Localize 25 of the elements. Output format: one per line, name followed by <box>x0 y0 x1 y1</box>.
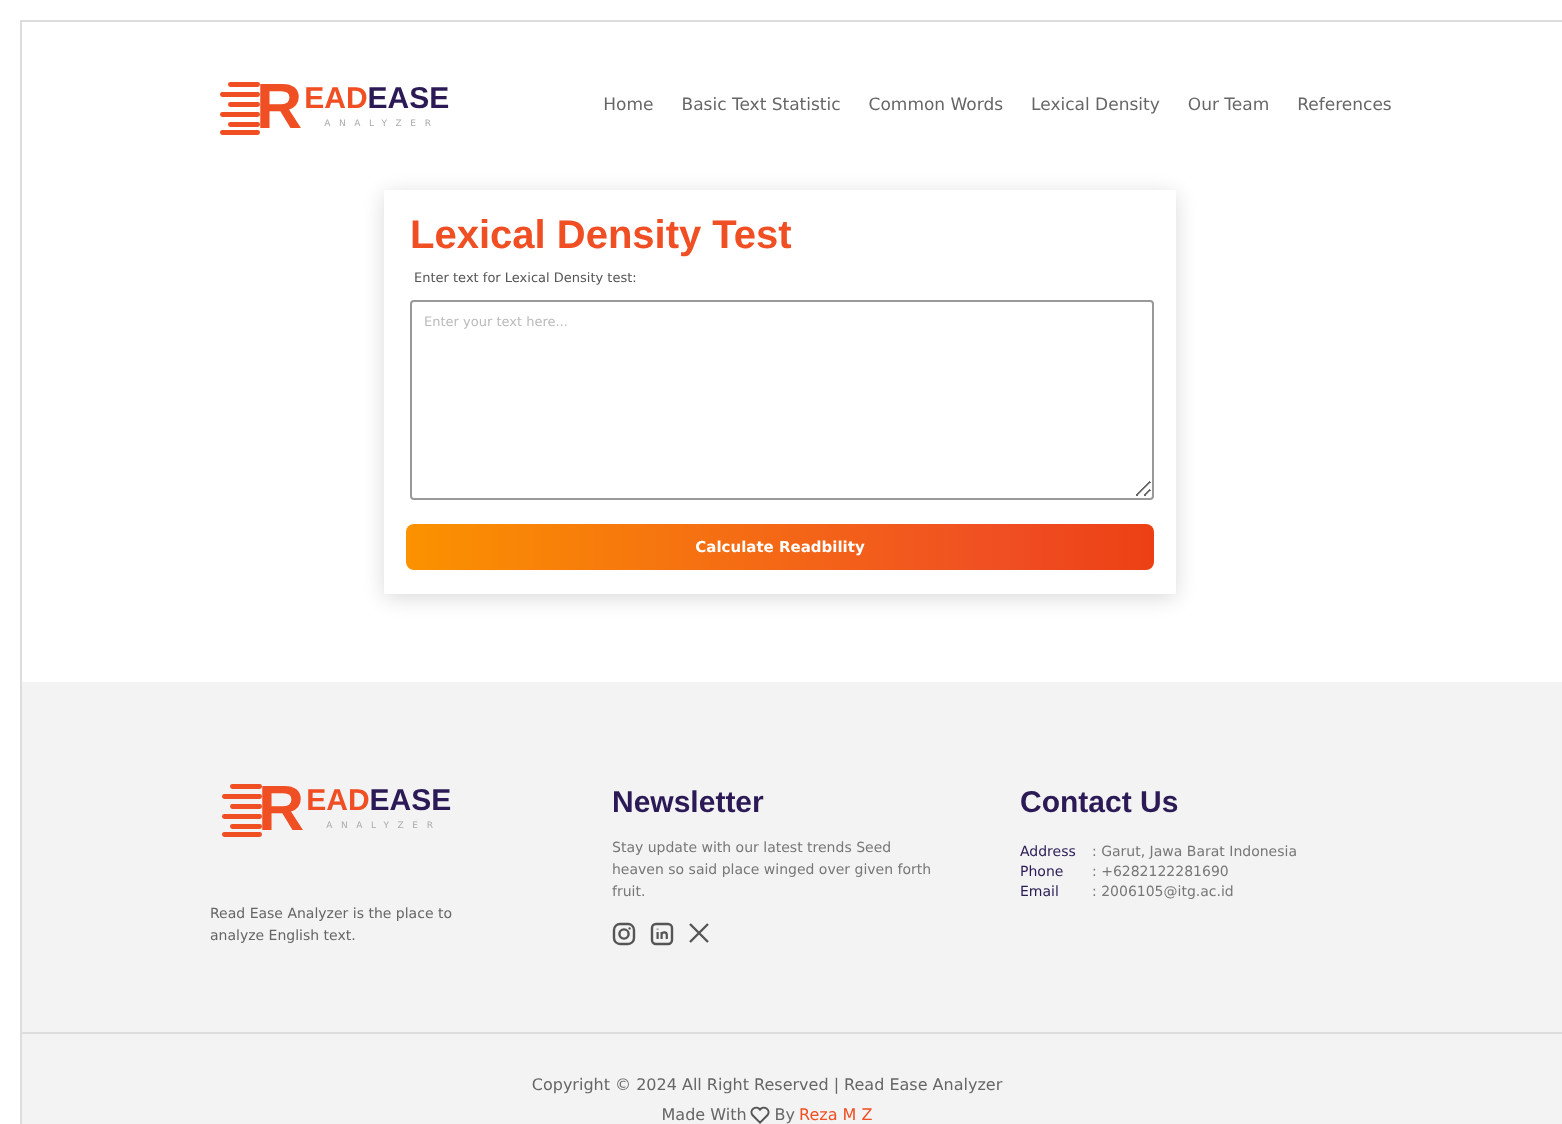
speed-lines-icon <box>218 778 262 838</box>
made-with-text: Made With <box>661 1106 747 1124</box>
instagram-icon[interactable] <box>612 921 636 946</box>
nav-link[interactable]: Home <box>603 96 654 117</box>
nav-link[interactable]: Lexical Density <box>1031 96 1160 117</box>
nav-link[interactable]: Our Team <box>1187 96 1270 117</box>
page-title: Lexical Density Test <box>410 214 794 259</box>
by-text: By <box>774 1106 796 1124</box>
copyright-text: Copyright © 2024 All Right Reserved | Read Ease Analyzer <box>531 1076 1003 1094</box>
x-icon[interactable] <box>688 922 710 945</box>
nav-link[interactable]: References <box>1297 96 1392 117</box>
logo-word: EAD <box>306 785 370 815</box>
logo-letter: R <box>258 776 305 840</box>
nav-link[interactable]: Basic Text Statistic <box>681 96 841 117</box>
author-link[interactable]: Reza M Z <box>799 1106 873 1124</box>
logo-word: EASE <box>367 83 450 114</box>
heart-icon <box>750 1106 771 1124</box>
contact-heading: Contact Us <box>1020 788 1181 818</box>
logo-word: EASE <box>369 785 452 815</box>
linkedin-icon[interactable] <box>650 921 674 946</box>
logo-letter: R <box>256 74 303 139</box>
logo-word: EAD <box>304 83 368 114</box>
nav-link[interactable]: Common Words <box>868 96 1004 117</box>
speed-lines-icon <box>216 76 260 137</box>
newsletter-heading: Newsletter <box>612 788 766 818</box>
